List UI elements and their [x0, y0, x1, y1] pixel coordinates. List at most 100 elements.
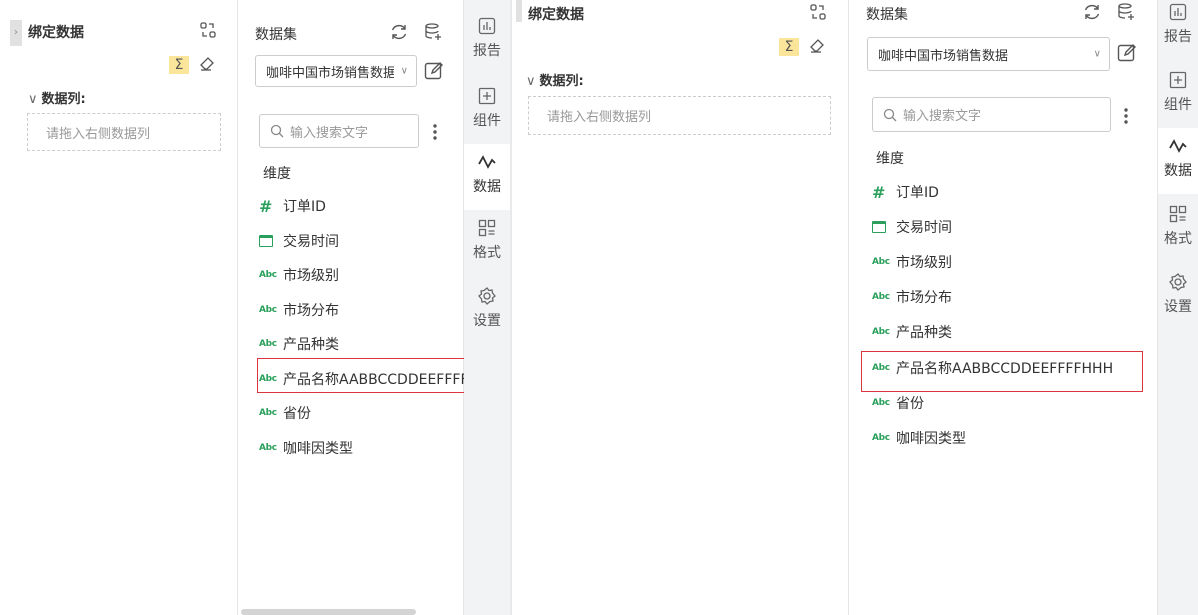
- add-dataset-icon[interactable]: [1116, 2, 1136, 22]
- number-field-icon: #: [872, 182, 886, 202]
- tab-label: 组件: [1164, 97, 1192, 113]
- field-label: 产品种类: [283, 337, 339, 353]
- tab-label: 设置: [1164, 299, 1192, 315]
- field-label: 市场级别: [896, 255, 952, 271]
- field-label: 市场分布: [283, 303, 339, 319]
- edit-dataset-icon[interactable]: [423, 60, 445, 82]
- number-field-icon: #: [259, 196, 273, 216]
- dataset-select[interactable]: 咖啡中国市场销售数据 ∨: [867, 37, 1110, 71]
- swap-icon[interactable]: [808, 2, 828, 22]
- bind-data-title: 绑定数据: [28, 25, 84, 41]
- field-item[interactable]: Abc 省份: [259, 401, 464, 425]
- dataset-select-value: 咖啡中国市场销售数据: [878, 48, 1009, 64]
- eraser-icon[interactable]: [809, 38, 827, 56]
- text-field-icon: Abc: [259, 270, 277, 280]
- data-wave-icon: [478, 155, 496, 169]
- field-label: 咖啡因类型: [283, 441, 353, 457]
- data-columns-drop-zone[interactable]: 请拖入右侧数据列: [528, 96, 831, 135]
- field-item[interactable]: Abc 市场分布: [872, 285, 1152, 309]
- highlight-box: [861, 351, 1143, 392]
- swap-icon[interactable]: [198, 20, 218, 40]
- horizontal-scrollbar[interactable]: [241, 609, 416, 615]
- tab-data[interactable]: 数据: [1158, 128, 1198, 194]
- tab-settings[interactable]: 设置: [1155, 272, 1198, 328]
- chevron-down-icon: ∨: [400, 65, 408, 77]
- data-wave-icon: [1169, 139, 1187, 153]
- chevron-down-icon: ∨: [526, 74, 536, 89]
- highlight-box: [257, 358, 468, 393]
- dataset-title: 数据集: [255, 27, 297, 43]
- bind-data-panel: › 绑定数据 Σ ∨ 数据列: 请拖入右侧数据列: [0, 0, 238, 615]
- text-field-icon: Abc: [872, 292, 890, 302]
- tab-label: 数据: [473, 179, 501, 195]
- tab-component[interactable]: 组件: [1155, 70, 1198, 126]
- field-label: 咖啡因类型: [896, 431, 966, 447]
- chevron-down-icon: ∨: [1093, 48, 1101, 60]
- more-options-icon[interactable]: [429, 122, 441, 142]
- tab-label: 格式: [473, 245, 501, 261]
- field-label: 市场分布: [896, 290, 952, 306]
- field-item[interactable]: Abc 市场级别: [872, 250, 1152, 274]
- field-item[interactable]: # 订单ID: [872, 180, 1152, 204]
- data-columns-header[interactable]: ∨ 数据列:: [28, 88, 86, 107]
- refresh-icon[interactable]: [389, 22, 409, 42]
- tab-format[interactable]: 格式: [1155, 204, 1198, 260]
- dataset-title: 数据集: [866, 7, 908, 23]
- tab-report[interactable]: 报告: [1155, 2, 1198, 58]
- field-search-input[interactable]: 输入搜索文字: [872, 97, 1111, 132]
- field-label: 交易时间: [896, 220, 952, 236]
- data-columns-label: 数据列:: [539, 74, 584, 89]
- field-item[interactable]: Abc 产品种类: [872, 320, 1152, 344]
- field-item[interactable]: Abc 省份: [872, 391, 1152, 415]
- tab-report[interactable]: 报告: [464, 16, 510, 74]
- tab-data[interactable]: 数据: [464, 144, 510, 210]
- text-field-icon: Abc: [872, 398, 890, 408]
- add-dataset-icon[interactable]: [423, 22, 443, 42]
- tab-format[interactable]: 格式: [464, 218, 510, 276]
- text-field-icon: Abc: [259, 339, 277, 349]
- field-item[interactable]: Abc 市场级别: [259, 263, 464, 287]
- field-label: 省份: [896, 396, 924, 412]
- gear-icon: [478, 287, 496, 305]
- eraser-icon[interactable]: [199, 56, 217, 74]
- panel-collapse-handle[interactable]: [516, 0, 522, 22]
- bar-chart-icon: [478, 17, 496, 35]
- text-field-icon: Abc: [259, 305, 277, 315]
- field-item[interactable]: Abc 咖啡因类型: [259, 436, 464, 460]
- refresh-icon[interactable]: [1082, 2, 1102, 22]
- sigma-icon[interactable]: Σ: [779, 38, 799, 56]
- field-item[interactable]: Abc 咖啡因类型: [872, 426, 1152, 450]
- dataset-select[interactable]: 咖啡中国市场销售数据 ∨: [255, 55, 417, 87]
- tab-label: 组件: [473, 113, 501, 129]
- field-item[interactable]: # 订单ID: [259, 194, 464, 218]
- text-field-icon: Abc: [872, 327, 890, 337]
- gear-icon: [1169, 273, 1187, 291]
- data-columns-drop-zone[interactable]: 请拖入右侧数据列: [27, 113, 221, 151]
- panel-collapse-handle[interactable]: ›: [10, 20, 22, 46]
- add-component-icon: [478, 87, 496, 105]
- field-search-input[interactable]: 输入搜索文字: [259, 114, 419, 148]
- search-placeholder: 输入搜索文字: [290, 125, 369, 141]
- field-label: 市场级别: [283, 268, 339, 284]
- field-item[interactable]: Abc 产品种类: [259, 332, 464, 356]
- field-label: 订单ID: [283, 199, 326, 215]
- edit-dataset-icon[interactable]: [1116, 42, 1138, 64]
- add-component-icon: [1169, 71, 1187, 89]
- field-item[interactable]: 交易时间: [872, 215, 1152, 239]
- sigma-icon[interactable]: Σ: [169, 56, 189, 74]
- field-item[interactable]: Abc 市场分布: [259, 298, 464, 322]
- chevron-down-icon: ∨: [28, 92, 38, 107]
- field-item[interactable]: 交易时间: [259, 229, 464, 253]
- grid-format-icon: [478, 219, 496, 237]
- tab-settings[interactable]: 设置: [464, 286, 510, 344]
- grid-format-icon: [1169, 205, 1187, 223]
- text-field-icon: Abc: [872, 257, 890, 267]
- tab-label: 格式: [1164, 231, 1192, 247]
- tab-component[interactable]: 组件: [464, 86, 510, 144]
- field-label: 订单ID: [896, 185, 939, 201]
- data-columns-header[interactable]: ∨ 数据列:: [526, 70, 584, 89]
- search-icon: [270, 124, 284, 138]
- bind-data-panel: 绑定数据 Σ ∨ 数据列: 请拖入右侧数据列: [512, 0, 849, 615]
- more-options-icon[interactable]: [1120, 106, 1132, 126]
- date-field-icon: [259, 235, 279, 247]
